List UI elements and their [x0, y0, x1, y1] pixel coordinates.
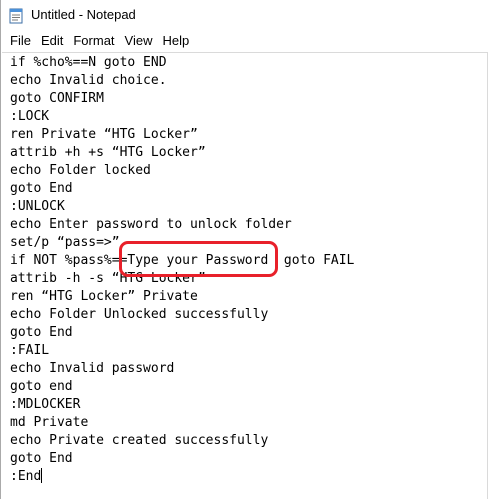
editor-line: goto End	[10, 450, 354, 468]
editor-line-text: if %cho%==N goto END	[10, 55, 167, 70]
editor-line: echo Private created successfully	[10, 432, 354, 450]
title-bar[interactable]: Untitled - Notepad	[1, 0, 490, 30]
editor-line-text: echo Invalid choice.	[10, 73, 167, 88]
editor-line: if %cho%==N goto END	[10, 54, 354, 72]
editor-line-text: md Private	[10, 415, 89, 430]
editor-line-text: ren Private “HTG Locker”	[10, 127, 198, 142]
text-caret	[41, 468, 43, 483]
editor-line: goto end	[10, 378, 354, 396]
editor-line-text: goto End	[10, 451, 73, 466]
menu-help[interactable]: Help	[157, 30, 194, 52]
editor-line: goto End	[10, 324, 354, 342]
editor-line: :End	[10, 468, 354, 486]
editor-line: :MDLOCKER	[10, 396, 354, 414]
editor-line: echo Invalid password	[10, 360, 354, 378]
editor-line-text: :UNLOCK	[10, 199, 65, 214]
editor-line-text: attrib +h +s “HTG Locker”	[10, 145, 206, 160]
editor-line-text: :MDLOCKER	[10, 397, 81, 412]
editor-line: echo Folder Unlocked successfully	[10, 306, 354, 324]
menu-file[interactable]: File	[1, 30, 36, 52]
editor-text[interactable]: if %cho%==N goto END echo Invalid choice.…	[10, 54, 354, 486]
editor-line-text: echo Enter password to unlock folder	[10, 217, 292, 232]
editor-line-text: set/p “pass=>”	[10, 235, 120, 250]
menu-view[interactable]: View	[120, 30, 158, 52]
window-title: Untitled - Notepad	[31, 7, 136, 22]
editor-line: set/p “pass=>”	[10, 234, 354, 252]
editor-line-text: goto CONFIRM	[10, 91, 104, 106]
editor-line-text: :FAIL	[10, 343, 50, 358]
editor-line: echo Folder locked	[10, 162, 354, 180]
editor-line-text: goto End	[10, 325, 73, 340]
editor-line-text: goto End	[10, 181, 73, 196]
editor-line: echo Enter password to unlock folder	[10, 216, 354, 234]
editor-line-text: echo Private created successfully	[10, 433, 269, 448]
editor-line: ren “HTG Locker” Private	[10, 288, 354, 306]
editor-line: :LOCK	[10, 108, 354, 126]
editor-line-text: :LOCK	[10, 109, 50, 124]
editor-line-text: if NOT %pass%==Type your Password goto F…	[10, 253, 355, 268]
editor-line-text: goto end	[10, 379, 73, 394]
editor-line: goto End	[10, 180, 354, 198]
menu-format[interactable]: Format	[68, 30, 119, 52]
notepad-window: Untitled - Notepad File Edit Format View…	[0, 0, 490, 499]
editor-line: :FAIL	[10, 342, 354, 360]
editor-line: md Private	[10, 414, 354, 432]
notepad-icon	[9, 8, 23, 24]
editor-line-text: :End	[10, 469, 42, 484]
menu-edit[interactable]: Edit	[36, 30, 68, 52]
editor-line-text: attrib -h -s “HTG Locker”	[10, 271, 206, 286]
editor-line-text: ren “HTG Locker” Private	[10, 289, 198, 304]
editor-line: goto CONFIRM	[10, 90, 354, 108]
editor-line: attrib +h +s “HTG Locker”	[10, 144, 354, 162]
editor-line-text: echo Folder Unlocked successfully	[10, 307, 269, 322]
editor-line: echo Invalid choice.	[10, 72, 354, 90]
editor-line: attrib -h -s “HTG Locker”	[10, 270, 354, 288]
editor-line: ren Private “HTG Locker”	[10, 126, 354, 144]
editor-line: if NOT %pass%==Type your Password goto F…	[10, 252, 354, 270]
text-editor[interactable]: if %cho%==N goto END echo Invalid choice.…	[2, 52, 488, 499]
editor-line-text: echo Invalid password	[10, 361, 175, 376]
editor-line: :UNLOCK	[10, 198, 354, 216]
editor-line-text: echo Folder locked	[10, 163, 151, 178]
menu-bar: File Edit Format View Help	[1, 30, 490, 52]
